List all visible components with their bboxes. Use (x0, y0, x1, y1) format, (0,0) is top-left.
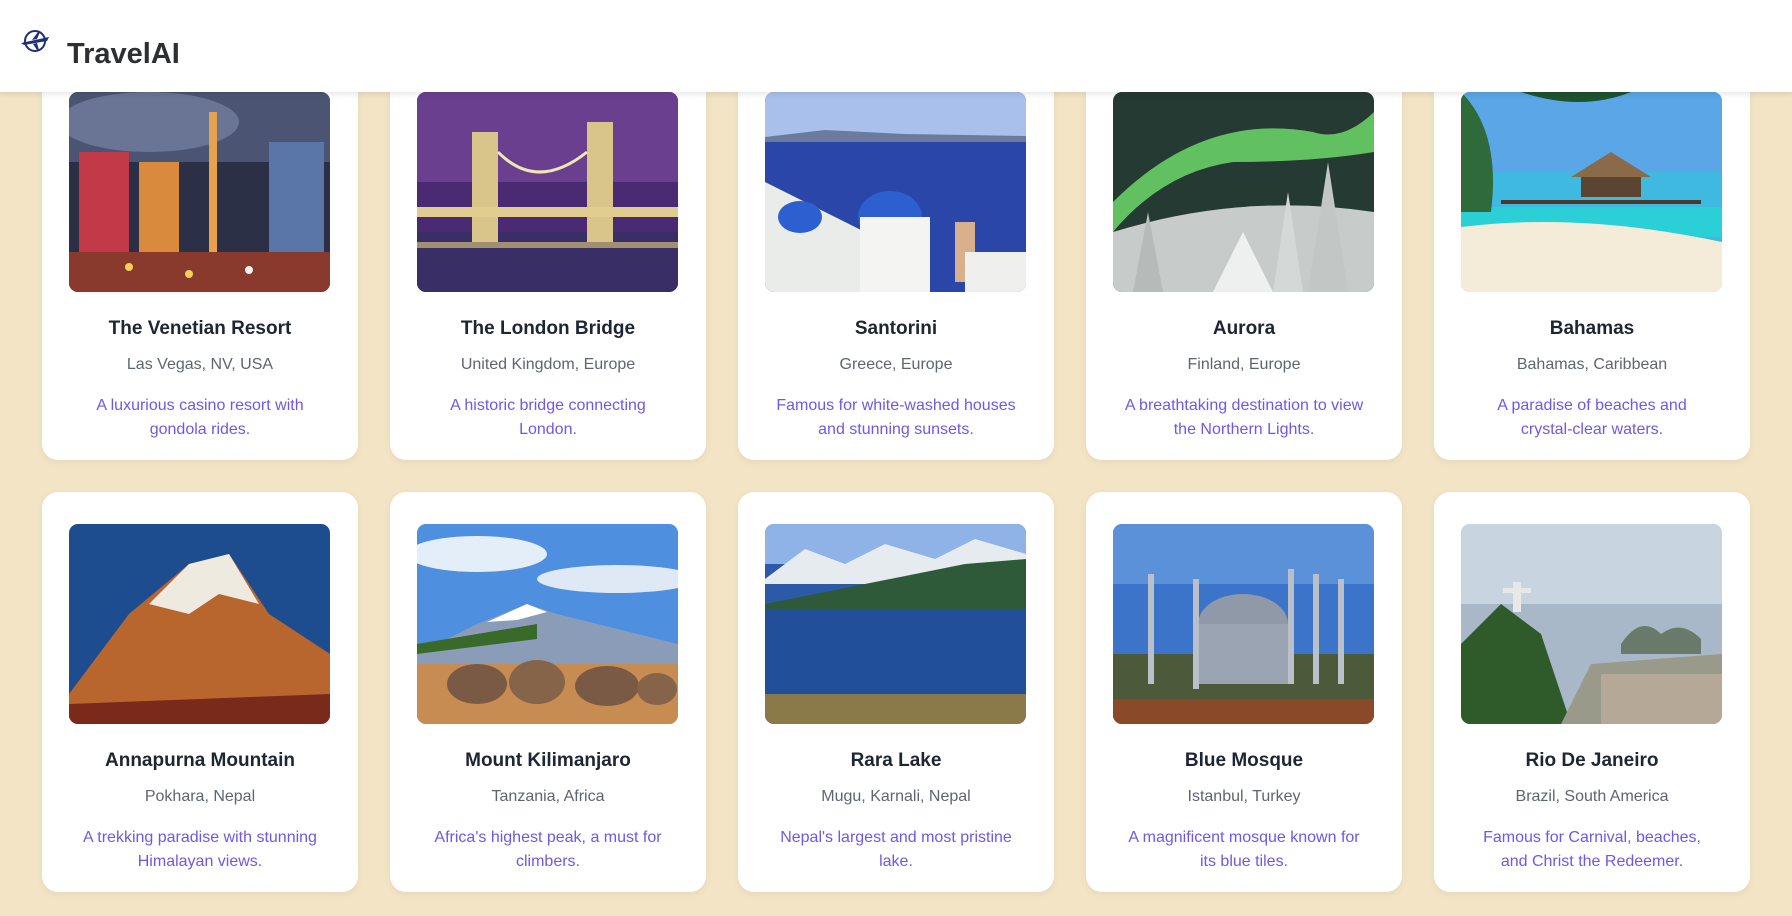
destination-description: A paradise of beaches and crystal-clear … (1497, 397, 1687, 438)
destination-image (1113, 92, 1374, 292)
destination-name: Rio De Janeiro (1525, 750, 1659, 771)
destination-description: Africa's highest peak, a must for climbe… (434, 829, 662, 870)
destination-name: Rara Lake (850, 750, 942, 771)
destination-card[interactable]: Rara Lake Mugu, Karnali, Nepal Nepal's l… (738, 492, 1054, 892)
airplane-globe-icon[interactable] (18, 24, 52, 58)
destination-name: Blue Mosque (1184, 750, 1304, 771)
destination-image (765, 524, 1026, 724)
destination-grid: The Venetian Resort Las Vegas, NV, USA A… (42, 60, 1750, 892)
destination-image (69, 92, 330, 292)
destination-image (69, 524, 330, 724)
destination-description: Famous for Carnival, beaches, and Christ… (1483, 829, 1701, 870)
destination-card[interactable]: Rio De Janeiro Brazil, South America Fam… (1434, 492, 1750, 892)
destination-location: Greece, Europe (839, 356, 953, 373)
destination-name: The London Bridge (460, 318, 636, 339)
destination-description: Nepal's largest and most pristine lake. (780, 829, 1012, 870)
destination-image (1461, 92, 1722, 292)
destination-location: Istanbul, Turkey (1187, 788, 1301, 805)
destination-description: A trekking paradise with stunning Himala… (83, 829, 317, 870)
destination-card[interactable]: Santorini Greece, Europe Famous for whit… (738, 60, 1054, 460)
destination-image (1461, 524, 1722, 724)
destination-description: A historic bridge connecting London. (450, 397, 646, 438)
destination-card[interactable]: Bahamas Bahamas, Caribbean A paradise of… (1434, 60, 1750, 460)
destination-card[interactable]: Aurora Finland, Europe A breathtaking de… (1086, 60, 1402, 460)
destination-name: Aurora (1212, 318, 1276, 339)
destination-name: Mount Kilimanjaro (465, 750, 631, 771)
destination-image (417, 524, 678, 724)
top-header: TravelAI (0, 0, 1792, 92)
destination-image (1113, 524, 1374, 724)
destination-description: A magnificent mosque known for its blue … (1128, 829, 1360, 870)
destination-card[interactable]: Mount Kilimanjaro Tanzania, Africa Afric… (390, 492, 706, 892)
destination-name: Bahamas (1549, 318, 1635, 339)
destination-card[interactable]: Annapurna Mountain Pokhara, Nepal A trek… (42, 492, 358, 892)
destination-description: A breathtaking destination to view the N… (1124, 397, 1364, 438)
destination-image (417, 92, 678, 292)
destination-location: Las Vegas, NV, USA (126, 356, 274, 373)
destination-location: Tanzania, Africa (491, 788, 605, 805)
destination-description: A luxurious casino resort with gondola r… (96, 397, 304, 438)
destination-description: Famous for white-washed houses and stunn… (776, 397, 1016, 438)
destination-location: Pokhara, Nepal (144, 788, 256, 805)
brand-name[interactable]: TravelAI (67, 38, 180, 71)
destination-location: Finland, Europe (1187, 356, 1301, 373)
destination-location: Brazil, South America (1515, 788, 1669, 805)
destination-name: Santorini (854, 318, 938, 339)
destination-name: Annapurna Mountain (105, 750, 295, 771)
destination-image (765, 92, 1026, 292)
destination-location: Bahamas, Caribbean (1516, 356, 1668, 373)
destination-location: Mugu, Karnali, Nepal (821, 788, 971, 805)
destination-card[interactable]: The Venetian Resort Las Vegas, NV, USA A… (42, 60, 358, 460)
destination-name: The Venetian Resort (108, 318, 292, 339)
destination-location: United Kingdom, Europe (460, 356, 636, 373)
destination-card[interactable]: The London Bridge United Kingdom, Europe… (390, 60, 706, 460)
destination-card[interactable]: Blue Mosque Istanbul, Turkey A magnifice… (1086, 492, 1402, 892)
